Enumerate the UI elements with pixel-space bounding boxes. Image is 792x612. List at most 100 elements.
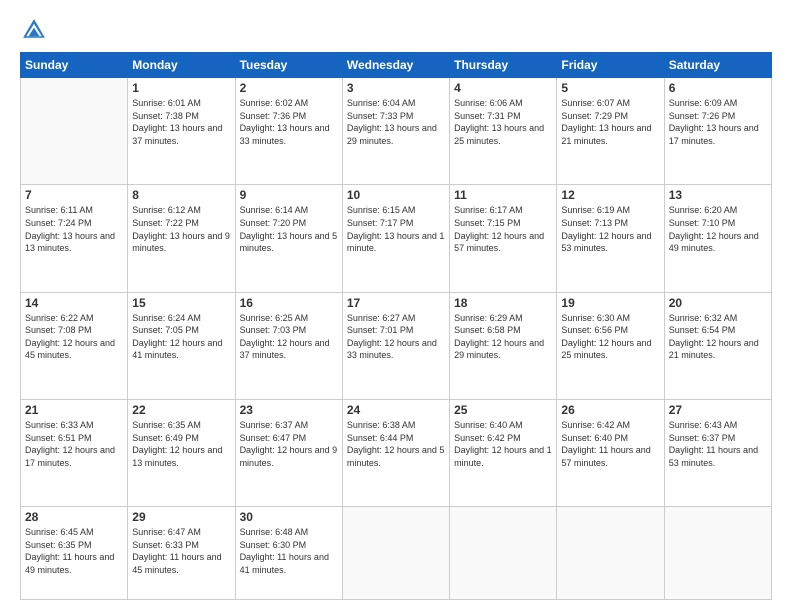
day-info: Sunrise: 6:38 AM Sunset: 6:44 PM Dayligh… — [347, 419, 445, 469]
calendar-cell: 6 Sunrise: 6:09 AM Sunset: 7:26 PM Dayli… — [664, 78, 771, 185]
calendar-header: SundayMondayTuesdayWednesdayThursdayFrid… — [21, 53, 772, 78]
calendar-cell — [342, 507, 449, 600]
weekday-header: Monday — [128, 53, 235, 78]
day-info: Sunrise: 6:32 AM Sunset: 6:54 PM Dayligh… — [669, 312, 767, 362]
day-info: Sunrise: 6:37 AM Sunset: 6:47 PM Dayligh… — [240, 419, 338, 469]
weekday-header: Saturday — [664, 53, 771, 78]
weekday-header: Wednesday — [342, 53, 449, 78]
day-number: 30 — [240, 510, 338, 524]
day-number: 18 — [454, 296, 552, 310]
day-number: 23 — [240, 403, 338, 417]
calendar-cell: 18 Sunrise: 6:29 AM Sunset: 6:58 PM Dayl… — [450, 292, 557, 399]
day-info: Sunrise: 6:45 AM Sunset: 6:35 PM Dayligh… — [25, 526, 123, 576]
day-number: 10 — [347, 188, 445, 202]
calendar-cell: 29 Sunrise: 6:47 AM Sunset: 6:33 PM Dayl… — [128, 507, 235, 600]
calendar-cell: 15 Sunrise: 6:24 AM Sunset: 7:05 PM Dayl… — [128, 292, 235, 399]
day-number: 13 — [669, 188, 767, 202]
calendar-cell: 22 Sunrise: 6:35 AM Sunset: 6:49 PM Dayl… — [128, 399, 235, 506]
calendar-cell: 17 Sunrise: 6:27 AM Sunset: 7:01 PM Dayl… — [342, 292, 449, 399]
calendar-cell: 27 Sunrise: 6:43 AM Sunset: 6:37 PM Dayl… — [664, 399, 771, 506]
day-info: Sunrise: 6:25 AM Sunset: 7:03 PM Dayligh… — [240, 312, 338, 362]
calendar-week-row: 14 Sunrise: 6:22 AM Sunset: 7:08 PM Dayl… — [21, 292, 772, 399]
day-info: Sunrise: 6:07 AM Sunset: 7:29 PM Dayligh… — [561, 97, 659, 147]
day-info: Sunrise: 6:43 AM Sunset: 6:37 PM Dayligh… — [669, 419, 767, 469]
calendar-cell: 30 Sunrise: 6:48 AM Sunset: 6:30 PM Dayl… — [235, 507, 342, 600]
day-number: 11 — [454, 188, 552, 202]
day-info: Sunrise: 6:01 AM Sunset: 7:38 PM Dayligh… — [132, 97, 230, 147]
calendar-cell: 23 Sunrise: 6:37 AM Sunset: 6:47 PM Dayl… — [235, 399, 342, 506]
header-row: SundayMondayTuesdayWednesdayThursdayFrid… — [21, 53, 772, 78]
calendar-cell: 24 Sunrise: 6:38 AM Sunset: 6:44 PM Dayl… — [342, 399, 449, 506]
calendar-cell: 10 Sunrise: 6:15 AM Sunset: 7:17 PM Dayl… — [342, 185, 449, 292]
day-info: Sunrise: 6:04 AM Sunset: 7:33 PM Dayligh… — [347, 97, 445, 147]
calendar-cell: 26 Sunrise: 6:42 AM Sunset: 6:40 PM Dayl… — [557, 399, 664, 506]
day-number: 2 — [240, 81, 338, 95]
day-number: 22 — [132, 403, 230, 417]
day-number: 21 — [25, 403, 123, 417]
calendar-cell: 12 Sunrise: 6:19 AM Sunset: 7:13 PM Dayl… — [557, 185, 664, 292]
day-info: Sunrise: 6:27 AM Sunset: 7:01 PM Dayligh… — [347, 312, 445, 362]
calendar-cell: 3 Sunrise: 6:04 AM Sunset: 7:33 PM Dayli… — [342, 78, 449, 185]
calendar-cell — [450, 507, 557, 600]
day-number: 29 — [132, 510, 230, 524]
day-info: Sunrise: 6:42 AM Sunset: 6:40 PM Dayligh… — [561, 419, 659, 469]
day-info: Sunrise: 6:15 AM Sunset: 7:17 PM Dayligh… — [347, 204, 445, 254]
calendar-cell: 16 Sunrise: 6:25 AM Sunset: 7:03 PM Dayl… — [235, 292, 342, 399]
day-number: 5 — [561, 81, 659, 95]
day-number: 12 — [561, 188, 659, 202]
calendar-cell: 13 Sunrise: 6:20 AM Sunset: 7:10 PM Dayl… — [664, 185, 771, 292]
day-number: 7 — [25, 188, 123, 202]
calendar-cell: 14 Sunrise: 6:22 AM Sunset: 7:08 PM Dayl… — [21, 292, 128, 399]
calendar-cell: 20 Sunrise: 6:32 AM Sunset: 6:54 PM Dayl… — [664, 292, 771, 399]
calendar-week-row: 28 Sunrise: 6:45 AM Sunset: 6:35 PM Dayl… — [21, 507, 772, 600]
weekday-header: Tuesday — [235, 53, 342, 78]
calendar-cell: 1 Sunrise: 6:01 AM Sunset: 7:38 PM Dayli… — [128, 78, 235, 185]
day-number: 3 — [347, 81, 445, 95]
day-number: 16 — [240, 296, 338, 310]
day-number: 8 — [132, 188, 230, 202]
calendar-week-row: 7 Sunrise: 6:11 AM Sunset: 7:24 PM Dayli… — [21, 185, 772, 292]
day-info: Sunrise: 6:48 AM Sunset: 6:30 PM Dayligh… — [240, 526, 338, 576]
day-number: 15 — [132, 296, 230, 310]
day-number: 6 — [669, 81, 767, 95]
day-info: Sunrise: 6:40 AM Sunset: 6:42 PM Dayligh… — [454, 419, 552, 469]
day-info: Sunrise: 6:09 AM Sunset: 7:26 PM Dayligh… — [669, 97, 767, 147]
day-info: Sunrise: 6:11 AM Sunset: 7:24 PM Dayligh… — [25, 204, 123, 254]
day-info: Sunrise: 6:14 AM Sunset: 7:20 PM Dayligh… — [240, 204, 338, 254]
calendar-cell: 5 Sunrise: 6:07 AM Sunset: 7:29 PM Dayli… — [557, 78, 664, 185]
day-info: Sunrise: 6:30 AM Sunset: 6:56 PM Dayligh… — [561, 312, 659, 362]
calendar-body: 1 Sunrise: 6:01 AM Sunset: 7:38 PM Dayli… — [21, 78, 772, 600]
day-info: Sunrise: 6:19 AM Sunset: 7:13 PM Dayligh… — [561, 204, 659, 254]
day-info: Sunrise: 6:22 AM Sunset: 7:08 PM Dayligh… — [25, 312, 123, 362]
day-info: Sunrise: 6:47 AM Sunset: 6:33 PM Dayligh… — [132, 526, 230, 576]
day-number: 25 — [454, 403, 552, 417]
day-info: Sunrise: 6:24 AM Sunset: 7:05 PM Dayligh… — [132, 312, 230, 362]
day-info: Sunrise: 6:02 AM Sunset: 7:36 PM Dayligh… — [240, 97, 338, 147]
day-info: Sunrise: 6:06 AM Sunset: 7:31 PM Dayligh… — [454, 97, 552, 147]
calendar-table: SundayMondayTuesdayWednesdayThursdayFrid… — [20, 52, 772, 600]
calendar-cell — [21, 78, 128, 185]
calendar-week-row: 1 Sunrise: 6:01 AM Sunset: 7:38 PM Dayli… — [21, 78, 772, 185]
calendar-cell: 11 Sunrise: 6:17 AM Sunset: 7:15 PM Dayl… — [450, 185, 557, 292]
calendar-cell — [557, 507, 664, 600]
day-info: Sunrise: 6:33 AM Sunset: 6:51 PM Dayligh… — [25, 419, 123, 469]
calendar-week-row: 21 Sunrise: 6:33 AM Sunset: 6:51 PM Dayl… — [21, 399, 772, 506]
calendar-cell: 4 Sunrise: 6:06 AM Sunset: 7:31 PM Dayli… — [450, 78, 557, 185]
day-info: Sunrise: 6:29 AM Sunset: 6:58 PM Dayligh… — [454, 312, 552, 362]
weekday-header: Friday — [557, 53, 664, 78]
day-number: 14 — [25, 296, 123, 310]
day-number: 20 — [669, 296, 767, 310]
calendar-cell: 9 Sunrise: 6:14 AM Sunset: 7:20 PM Dayli… — [235, 185, 342, 292]
day-number: 28 — [25, 510, 123, 524]
day-number: 4 — [454, 81, 552, 95]
weekday-header: Sunday — [21, 53, 128, 78]
calendar-cell: 2 Sunrise: 6:02 AM Sunset: 7:36 PM Dayli… — [235, 78, 342, 185]
day-number: 1 — [132, 81, 230, 95]
weekday-header: Thursday — [450, 53, 557, 78]
page: SundayMondayTuesdayWednesdayThursdayFrid… — [0, 0, 792, 612]
day-number: 24 — [347, 403, 445, 417]
calendar-cell — [664, 507, 771, 600]
calendar-cell: 25 Sunrise: 6:40 AM Sunset: 6:42 PM Dayl… — [450, 399, 557, 506]
day-number: 19 — [561, 296, 659, 310]
calendar-cell: 21 Sunrise: 6:33 AM Sunset: 6:51 PM Dayl… — [21, 399, 128, 506]
